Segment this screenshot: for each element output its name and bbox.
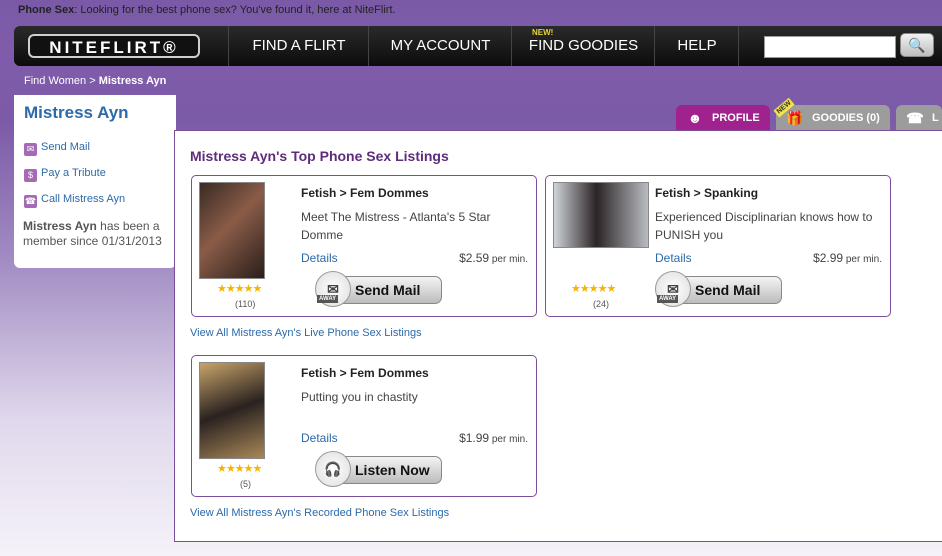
listing-photo[interactable] [553,182,649,248]
send-mail-link[interactable]: ✉ Send Mail [24,141,90,156]
listing-price: $2.99 per min. [813,251,882,265]
nav-find-a-flirt[interactable]: FIND A FLIRT [228,26,369,66]
listing-price: $1.99 per min. [459,431,528,445]
rating-count: (24) [593,299,610,309]
tab-listings[interactable]: ☎ L [896,105,942,131]
breadcrumb: Find Women > Mistress Ayn [24,75,167,87]
headphones-icon: 🎧 [315,451,351,487]
listing-category[interactable]: Fetish > Fem Dommes [301,366,429,380]
rating-stars: ★★★★★ [217,463,262,475]
tab-goodies[interactable]: NEW 🎁 GOODIES (0) [773,97,890,131]
niteflirt-logo[interactable]: NITEFLIRT® [28,34,200,58]
send-mail-button[interactable]: ✉ AWAY Send Mail [655,271,782,307]
rating-count: (110) [235,299,256,309]
view-all-live-link[interactable]: View All Mistress Ayn's Live Phone Sex L… [190,327,422,339]
listing-card: ★★★★★ (5) Fetish > Fem Dommes Putting yo… [191,355,537,497]
details-link[interactable]: Details [655,251,692,265]
profile-name: Mistress Ayn [24,103,129,122]
listing-category[interactable]: Fetish > Spanking [655,186,758,200]
breadcrumb-current: Mistress Ayn [98,75,167,87]
details-link[interactable]: Details [301,431,338,445]
listing-card: ★★★★★ (24) Fetish > Spanking Experienced… [545,175,891,317]
gift-icon: 🎁 [786,110,804,126]
send-mail-button[interactable]: ✉ AWAY Send Mail [315,271,442,307]
pay-tribute-link[interactable]: $ Pay a Tribute [24,167,106,182]
view-all-recorded-link[interactable]: View All Mistress Ayn's Recorded Phone S… [190,507,449,519]
new-badge: NEW! [532,28,554,37]
member-since: Mistress Ayn has been a member since 01/… [23,219,162,248]
person-icon: ☻ [687,110,703,126]
listing-card: ★★★★★ (110) Fetish > Fem Dommes Meet The… [191,175,537,317]
listing-photo[interactable] [199,182,265,279]
profile-sidebar: Mistress Ayn ✉ Send Mail $ Pay a Tribute ☎… [14,95,176,268]
main-nav-bar: NITEFLIRT® FIND A FLIRT MY ACCOUNT NEW! … [14,26,942,66]
listing-category[interactable]: Fetish > Fem Dommes [301,186,429,200]
phone-icon: ☎ [24,195,37,208]
nav-help[interactable]: HELP [654,26,739,66]
listing-price: $2.59 per min. [459,251,528,265]
listing-description[interactable]: Meet The Mistress - Atlanta's 5 Star Dom… [301,208,526,244]
nav-my-account[interactable]: MY ACCOUNT [368,26,512,66]
away-badge: AWAY [657,295,679,303]
listing-description[interactable]: Experienced Disciplinarian knows how to … [655,208,880,244]
away-badge: AWAY [317,295,339,303]
listing-description[interactable]: Putting you in chastity [301,388,526,406]
rating-stars: ★★★★★ [217,283,262,295]
nav-find-goodies[interactable]: NEW! FIND GOODIES [511,26,655,66]
top-tagline: Phone Sex: Looking for the best phone se… [18,4,396,16]
listen-now-button[interactable]: 🎧 Listen Now [315,451,442,487]
listings-title: Mistress Ayn's Top Phone Sex Listings [190,148,449,164]
listing-photo[interactable] [199,362,265,459]
dollar-icon: $ [24,169,37,182]
rating-stars: ★★★★★ [571,283,616,295]
breadcrumb-find-women[interactable]: Find Women [24,75,86,87]
tab-profile[interactable]: ☻ PROFILE [676,105,770,131]
call-link[interactable]: ☎ Call Mistress Ayn [24,193,125,208]
magnifier-icon: 🔍 [908,37,926,53]
details-link[interactable]: Details [301,251,338,265]
mail-icon: ✉ [24,143,37,156]
phone-icon: ☎ [906,110,924,126]
listings-panel: Mistress Ayn's Top Phone Sex Listings ★★… [174,130,942,542]
search-input[interactable] [764,36,896,58]
search-button[interactable]: 🔍 [900,33,934,57]
rating-count: (5) [240,479,251,489]
